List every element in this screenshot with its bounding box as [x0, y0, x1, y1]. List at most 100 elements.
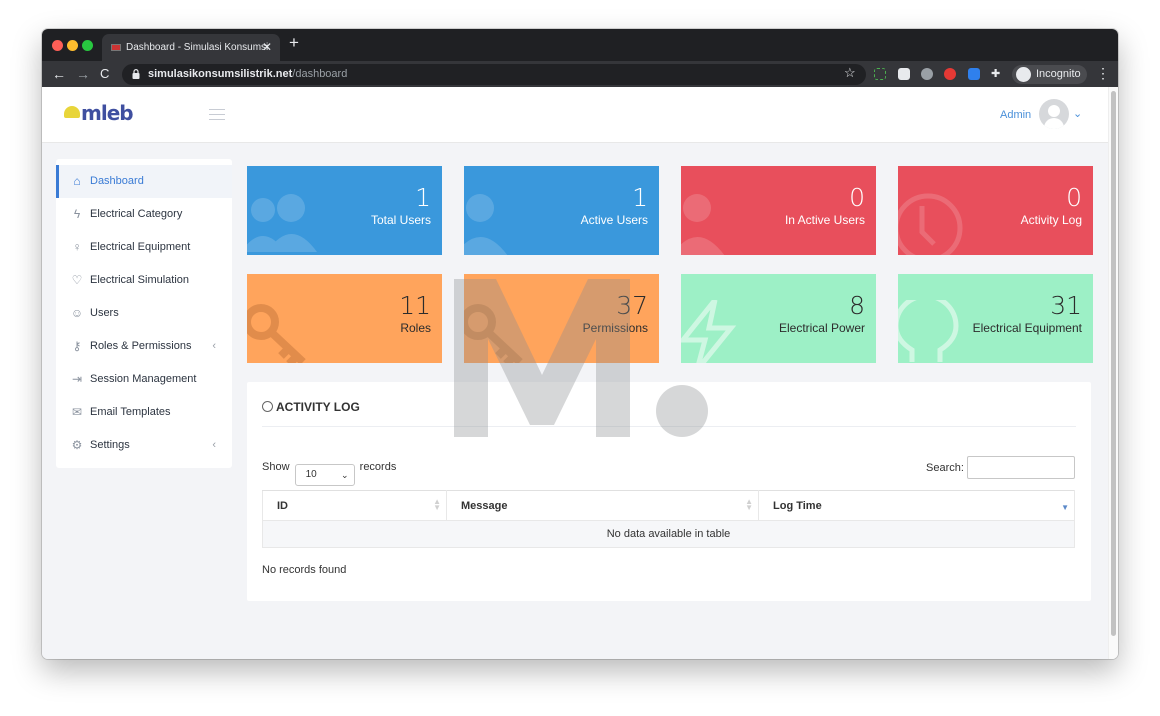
logo[interactable]: mleb: [64, 101, 134, 129]
page-scrollbar[interactable]: [1108, 87, 1118, 659]
hamburger-icon[interactable]: [209, 109, 225, 121]
card-electrical-equipment[interactable]: 31 Electrical Equipment: [898, 274, 1093, 363]
adblock-icon[interactable]: [944, 68, 956, 80]
incognito-label: Incognito: [1036, 68, 1081, 80]
page-length-control: Show 10 ⌄ records: [262, 461, 396, 486]
card-label: Active Users: [580, 213, 648, 227]
back-icon[interactable]: ←: [52, 65, 66, 83]
column-label: Log Time: [773, 499, 822, 512]
minimize-window-button[interactable]: [67, 40, 78, 51]
card-value: 1: [415, 183, 431, 212]
address-bar[interactable]: simulasikonsumsilistrik.net/dashboard: [122, 64, 866, 85]
column-label: Message: [461, 499, 508, 512]
forward-icon[interactable]: →: [76, 65, 90, 83]
search-input[interactable]: [967, 456, 1075, 479]
user-name[interactable]: Admin: [1000, 109, 1031, 121]
empty-table-message: No data available in table: [262, 520, 1075, 548]
column-header-log-time[interactable]: Log Time ▼: [758, 490, 1075, 521]
bookmark-star-icon[interactable]: ☆: [844, 65, 856, 81]
card-roles[interactable]: 11 Roles: [247, 274, 442, 363]
sidebar-item-settings[interactable]: ⚙ Settings ‹: [56, 429, 232, 462]
sidebar-item-label: Session Management: [90, 373, 197, 385]
card-total-users[interactable]: 1 Total Users: [247, 166, 442, 255]
browser-toolbar: ← → C simulasikonsumsilistrik.net/dashbo…: [42, 61, 1118, 87]
card-label: In Active Users: [784, 213, 865, 227]
users-icon: [247, 194, 317, 252]
key-icon: ⚷: [72, 339, 82, 353]
lightbulb-icon: ♀: [72, 240, 82, 254]
card-value: 31: [1050, 291, 1082, 320]
sidebar: ⌂ Dashboard ϟ Electrical Category ♀ Elec…: [56, 159, 232, 468]
extension-icon[interactable]: [874, 68, 886, 80]
activity-log-title: ACTIVITY LOG: [262, 400, 360, 414]
page-length-select[interactable]: 10 ⌄: [294, 464, 355, 486]
card-permissions[interactable]: 37 Permissions: [464, 274, 659, 363]
user-icon: [464, 194, 508, 255]
divider: [262, 426, 1076, 427]
card-value: 0: [1066, 183, 1082, 212]
browser-window: Dashboard - Simulasi Konsumsi ✕ + ← → C …: [42, 29, 1118, 659]
sun-icon: [64, 106, 80, 118]
card-label: Electrical Power: [778, 321, 865, 335]
close-window-button[interactable]: [52, 40, 63, 51]
lock-icon: [132, 69, 140, 79]
avatar[interactable]: [1039, 99, 1069, 129]
menu-icon[interactable]: ⋮: [1096, 65, 1110, 82]
sidebar-item-label: Users: [90, 307, 119, 319]
tab-title: Dashboard - Simulasi Konsumsi: [126, 42, 269, 53]
key-icon: [247, 304, 306, 363]
sidebar-item-roles-permissions[interactable]: ⚷ Roles & Permissions ‹: [56, 330, 232, 363]
sidebar-item-label: Dashboard: [90, 175, 144, 187]
table-info: No records found: [262, 564, 347, 576]
key-icon: [464, 304, 523, 363]
sidebar-item-electrical-category[interactable]: ϟ Electrical Category: [56, 198, 232, 231]
sidebar-item-label: Email Templates: [90, 406, 171, 418]
column-header-id[interactable]: ID ▲ ▼: [262, 490, 447, 521]
sidebar-item-session-management[interactable]: ⇥ Session Management: [56, 363, 232, 396]
new-tab-icon[interactable]: +: [289, 33, 299, 53]
card-value: 11: [399, 291, 431, 320]
maximize-window-button[interactable]: [82, 40, 93, 51]
incognito-icon: [1016, 67, 1031, 82]
gear-icon: ⚙: [71, 438, 83, 452]
clock-icon: [262, 401, 273, 412]
card-value: 8: [849, 291, 865, 320]
sidebar-item-electrical-simulation[interactable]: ♡ Electrical Simulation: [56, 264, 232, 297]
incognito-badge[interactable]: Incognito: [1012, 65, 1087, 84]
extension-icon[interactable]: [968, 68, 980, 80]
card-inactive-users[interactable]: 0 In Active Users: [681, 166, 876, 255]
scrollbar-thumb[interactable]: [1111, 91, 1116, 636]
card-electrical-power[interactable]: 8 Electrical Power: [681, 274, 876, 363]
sort-icon: ▲ ▼: [433, 497, 441, 512]
top-navbar: mleb Admin ⌄: [42, 87, 1108, 143]
lightbulb-icon: [898, 300, 959, 362]
card-activity-log[interactable]: 0 Activity Log: [898, 166, 1093, 255]
card-active-users[interactable]: 1 Active Users: [464, 166, 659, 255]
extension-icon[interactable]: [898, 68, 910, 80]
sidebar-item-users[interactable]: ☺ Users: [56, 297, 232, 330]
sidebar-item-dashboard[interactable]: ⌂ Dashboard: [56, 165, 232, 198]
url-path: /dashboard: [292, 68, 348, 80]
sidebar-item-label: Electrical Simulation: [90, 274, 190, 286]
puzzle-icon[interactable]: ✚: [991, 68, 1003, 80]
url-host: simulasikonsumsilistrik.net: [148, 68, 293, 80]
show-label: Show: [262, 461, 290, 473]
sidebar-item-electrical-equipment[interactable]: ♀ Electrical Equipment: [56, 231, 232, 264]
browser-tab[interactable]: Dashboard - Simulasi Konsumsi ✕: [102, 34, 280, 61]
chevron-down-icon[interactable]: ⌄: [1073, 107, 1082, 120]
card-label: Permissions: [582, 321, 648, 335]
sign-in-icon: ⇥: [71, 372, 83, 386]
close-tab-icon[interactable]: ✕: [262, 34, 272, 61]
sidebar-item-label: Roles & Permissions: [90, 340, 192, 352]
table-row: No data available in table: [262, 520, 1075, 548]
sidebar-item-email-templates[interactable]: ✉ Email Templates: [56, 396, 232, 429]
card-label: Total Users: [370, 213, 431, 227]
column-label: ID: [277, 499, 288, 512]
reload-icon[interactable]: C: [100, 65, 109, 83]
card-label: Activity Log: [1020, 213, 1082, 227]
globe-icon[interactable]: [921, 68, 933, 80]
sidebar-item-label: Settings: [90, 439, 130, 451]
column-header-message[interactable]: Message ▲ ▼: [446, 490, 759, 521]
activity-log-table: ID ▲ ▼ Message ▲ ▼ Log Time ▼ No data availab…: [262, 490, 1075, 548]
chevron-left-icon: ‹: [212, 340, 216, 352]
